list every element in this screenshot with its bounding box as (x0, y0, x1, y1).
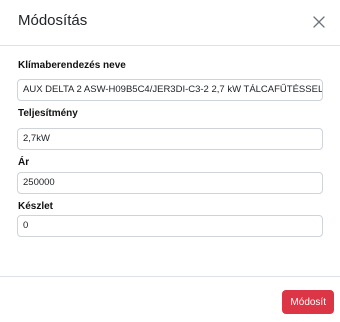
stock-input[interactable]: 0 (17, 215, 323, 237)
stock-label: Készlet (18, 201, 54, 212)
ac-name-label: Klímaberendezés neve (18, 60, 126, 71)
price-label: Ár (18, 157, 30, 168)
edit-modal: Módosítás Klímaberendezés neve AUX DELTA… (0, 0, 340, 322)
submit-button[interactable]: Módosít (282, 290, 334, 314)
price-input[interactable]: 250000 (17, 172, 323, 194)
power-input[interactable]: 2,7kW (17, 128, 323, 150)
ac-name-input[interactable]: AUX DELTA 2 ASW-H09B5C4/JER3DI-C3-2 2,7 … (17, 79, 323, 101)
close-button[interactable] (310, 13, 328, 31)
modal-header: Módosítás (0, 0, 340, 46)
modal-title: Módosítás (18, 12, 88, 29)
close-icon (313, 16, 325, 28)
modal-footer: Módosít (0, 276, 340, 322)
power-label: Teljesítmény (18, 108, 78, 119)
